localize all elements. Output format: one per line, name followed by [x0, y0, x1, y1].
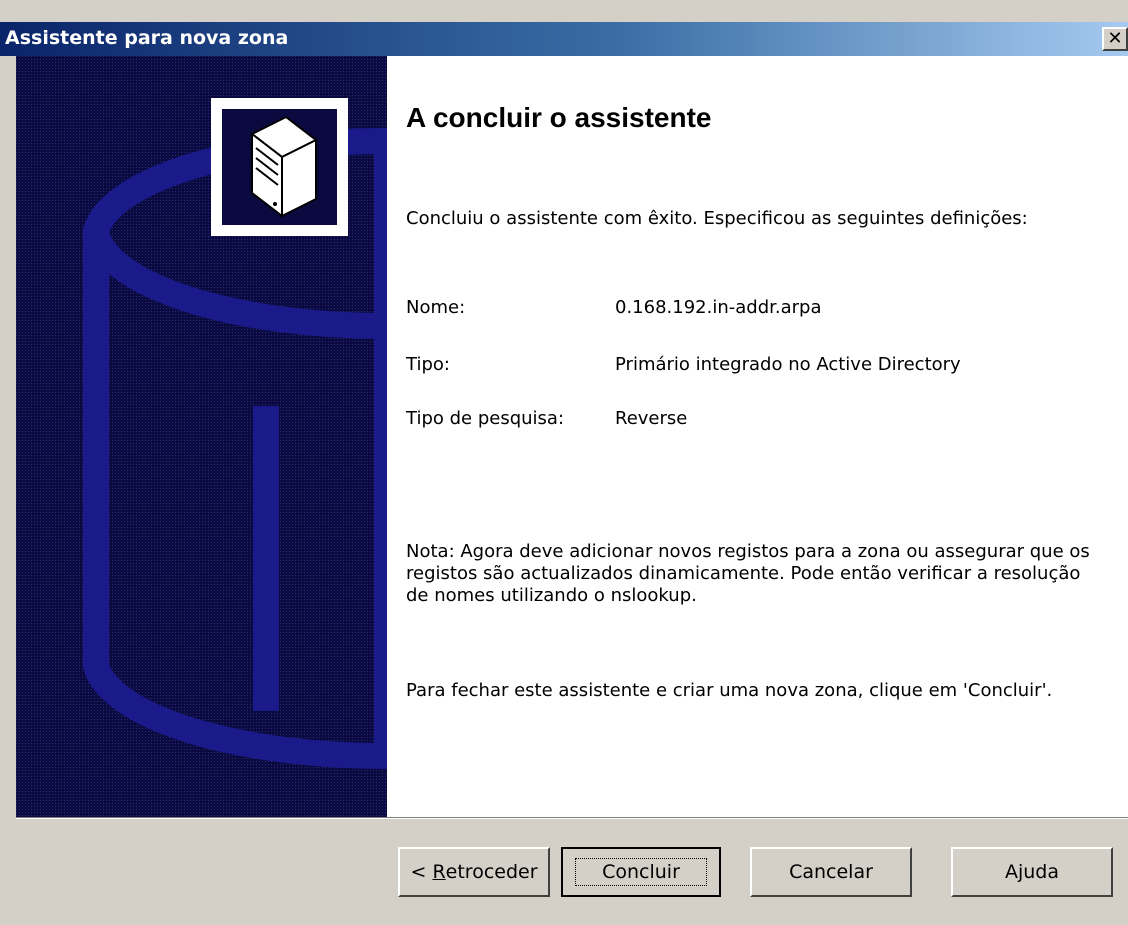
setting-label: Nome: [406, 297, 466, 318]
close-icon: ✕ [1107, 28, 1123, 49]
cancel-button-label: Cancelar [789, 861, 873, 883]
title-bar[interactable]: Assistente para nova zona ✕ [0, 22, 1128, 56]
cancel-button[interactable]: Cancelar [750, 847, 912, 897]
help-button[interactable]: Ajuda [951, 847, 1113, 897]
help-button-label: Ajuda [1004, 861, 1060, 883]
setting-label: Tipo: [406, 354, 450, 375]
setting-row-lookup-type: Tipo de pesquisa: Reverse [406, 408, 1106, 430]
setting-value: Primário integrado no Active Directory [615, 354, 961, 375]
close-button[interactable]: ✕ [1102, 27, 1128, 51]
wizard-content: A concluir o assistente Concluiu o assis… [387, 56, 1128, 817]
wizard-side-banner [16, 56, 387, 817]
footer-separator [16, 817, 1128, 819]
intro-text: Concluiu o assistente com êxito. Especif… [406, 208, 1028, 229]
window-title: Assistente para nova zona [5, 27, 289, 49]
back-button-mnemonic: R [432, 861, 446, 883]
setting-value: 0.168.192.in-addr.arpa [615, 297, 822, 318]
setting-row-type: Tipo: Primário integrado no Active Direc… [406, 354, 1106, 376]
back-button[interactable]: < Retroceder [398, 847, 550, 897]
page-title: A concluir o assistente [406, 102, 712, 133]
finish-button[interactable]: Concluir [561, 847, 721, 897]
note-text: Nota: Agora deve adicionar novos registo… [406, 541, 1090, 606]
database-server-icon [16, 56, 387, 817]
setting-label: Tipo de pesquisa: [406, 408, 565, 429]
wizard-window: Assistente para nova zona ✕ A concluir o… [0, 0, 1128, 925]
setting-value: Reverse [615, 408, 688, 429]
setting-row-name: Nome: 0.168.192.in-addr.arpa [406, 297, 1106, 319]
back-button-prefix: < [410, 861, 433, 883]
closing-text: Para fechar este assistente e criar uma … [406, 680, 1053, 701]
finish-button-label: Concluir [575, 858, 707, 886]
back-button-label: etroceder [445, 861, 538, 883]
